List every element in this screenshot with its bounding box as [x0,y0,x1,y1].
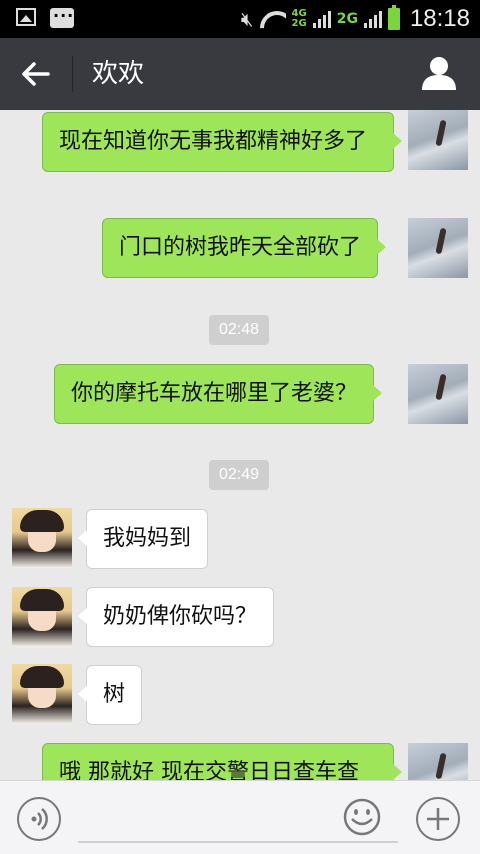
header-divider [72,56,73,92]
more-button[interactable] [416,797,460,841]
signal-icon [312,10,331,28]
voice-button[interactable] [17,797,61,841]
my-avatar[interactable] [408,364,468,424]
timestamp-badge: 02:49 [209,460,270,490]
network-type: 4G 2G [292,9,307,29]
back-arrow-icon [22,62,50,86]
network-2g-badge: 2G [336,11,358,27]
timestamp-badge: 02:48 [209,315,270,345]
gallery-icon [16,8,36,26]
input-bar [0,780,480,854]
chat-notification-icon [50,6,74,28]
contact-avatar[interactable] [12,508,72,568]
message-list[interactable]: 现在知道你无事我都精神好多了 门口的树我昨天全部砍了 02:48 你的摩托车放在… [0,110,480,780]
signal-icon-2 [363,10,382,28]
my-avatar[interactable] [408,743,468,780]
message-bubble-incoming[interactable]: 我妈妈到 [77,509,209,569]
chat-header: 欢欢 [0,38,480,110]
status-time: 18:18 [409,5,470,32]
chat-title: 欢欢 [92,59,145,89]
mute-icon: 🔇︎ [240,7,254,31]
plus-icon [427,808,449,830]
message-bubble-outgoing[interactable]: 现在知道你无事我都精神好多了 [42,112,402,172]
voice-icon [31,808,48,830]
message-bubble-outgoing[interactable]: 你的摩托车放在哪里了老婆？ [54,364,383,424]
battery-icon [387,5,400,30]
my-avatar[interactable] [408,110,468,170]
contact-avatar[interactable] [12,587,72,647]
my-avatar[interactable] [408,218,468,278]
network-2g-label: 2G [291,18,307,29]
wifi-icon [260,9,286,29]
emoji-button[interactable] [342,797,382,837]
message-bubble-outgoing[interactable]: 哦 那就好 现在交警日日查车查 [42,743,402,780]
person-icon [422,57,456,90]
contact-avatar[interactable] [12,664,72,724]
back-button[interactable] [18,56,54,92]
message-bubble-incoming[interactable]: 树 [77,665,143,725]
message-bubble-outgoing[interactable]: 门口的树我昨天全部砍了 [102,218,387,278]
emoji-icon [343,798,381,836]
status-bar: 🔇︎ 4G 2G 2G 18:18 [0,0,480,38]
message-bubble-incoming[interactable]: 奶奶俾你砍吗？ [77,587,275,647]
profile-button[interactable] [420,54,458,92]
